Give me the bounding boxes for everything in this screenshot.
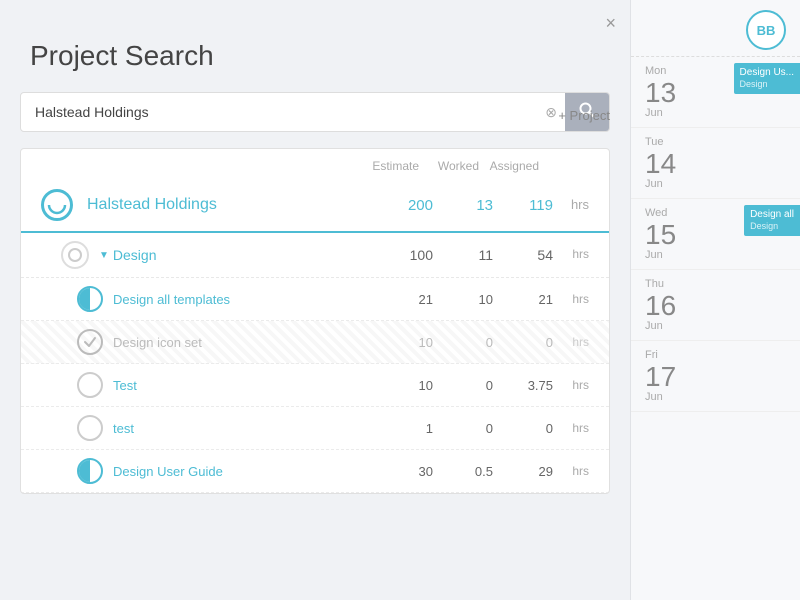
task-hrs-label: hrs: [553, 464, 589, 479]
task-name: Test: [113, 378, 373, 393]
cal-event-type: Design: [750, 221, 794, 233]
group-hrs-label: hrs: [553, 247, 589, 263]
task-estimate: 10: [373, 378, 433, 393]
cal-day-name: Thu: [645, 278, 786, 290]
group-assigned: 54: [493, 247, 553, 263]
cal-day-num: 16: [645, 292, 786, 320]
cal-day-month: Jun: [645, 178, 786, 190]
project-hrs-label: hrs: [553, 197, 589, 214]
project-row[interactable]: Halstead Holdings 200 13 119 hrs: [21, 179, 609, 233]
calendar-day-mon[interactable]: Mon 13 Jun Design Us... Design: [631, 57, 800, 128]
avatar-row: BB: [631, 0, 800, 57]
task-hrs-label: hrs: [553, 421, 589, 436]
calendar-event: Design Us... Design: [734, 63, 800, 94]
add-project-button[interactable]: + Project: [558, 108, 610, 123]
task-name: Design all templates: [113, 292, 373, 307]
task-row[interactable]: test 1 0 0 hrs: [21, 407, 609, 450]
column-headers: Estimate Worked Assigned: [21, 149, 609, 179]
cal-day-month: Jun: [645, 320, 786, 332]
avatar[interactable]: BB: [746, 10, 786, 50]
task-row[interactable]: Design all templates 21 10 21 hrs: [21, 278, 609, 321]
cal-event-title: Design all: [750, 208, 794, 221]
calendar-day-wed[interactable]: Wed 15 Jun Design all Design: [631, 199, 800, 270]
task-assigned: 21: [493, 292, 553, 307]
left-panel: × Project Search + Project ⊗ Estimate Wo…: [0, 0, 630, 600]
task-numbers: 30 0.5 29 hrs: [373, 464, 589, 479]
search-input[interactable]: [21, 94, 537, 130]
group-design-row[interactable]: ▼ Design 100 11 54 hrs: [21, 233, 609, 278]
task-assigned: 29: [493, 464, 553, 479]
group-icon: [61, 241, 89, 269]
cal-day-num: 17: [645, 363, 786, 391]
project-estimate: 200: [373, 197, 433, 214]
task-numbers: 1 0 0 hrs: [373, 421, 589, 436]
task-assigned: 0: [493, 421, 553, 436]
task-estimate: 10: [373, 335, 433, 350]
project-icon: [41, 189, 73, 221]
task-hrs-label: hrs: [553, 335, 589, 350]
group-worked: 11: [433, 247, 493, 263]
task-name: test: [113, 421, 373, 436]
task-name-completed: Design icon set: [113, 335, 373, 350]
task-estimate: 21: [373, 292, 433, 307]
calendar-day-fri[interactable]: Fri 17 Jun: [631, 341, 800, 412]
estimate-col-header: Estimate: [359, 159, 419, 173]
task-worked: 0.5: [433, 464, 493, 479]
group-numbers: 100 11 54 hrs: [373, 247, 589, 263]
project-name: Halstead Holdings: [87, 196, 373, 214]
task-name: Design User Guide: [113, 464, 373, 479]
task-worked: 0: [433, 378, 493, 393]
task-icon-partial: [77, 458, 103, 484]
cal-day-month: Jun: [645, 249, 786, 261]
task-icon-empty: [77, 415, 103, 441]
cal-day-name: Tue: [645, 136, 786, 148]
task-numbers: 21 10 21 hrs: [373, 292, 589, 307]
task-worked: 0: [433, 421, 493, 436]
task-estimate: 30: [373, 464, 433, 479]
close-button[interactable]: ×: [605, 14, 616, 32]
task-row[interactable]: Test 10 0 3.75 hrs: [21, 364, 609, 407]
project-worked: 13: [433, 197, 493, 214]
task-numbers-completed: 10 0 0 hrs: [373, 335, 589, 350]
task-icon-done: [77, 329, 103, 355]
page-title: Project Search: [0, 0, 630, 92]
worked-col-header: Worked: [419, 159, 479, 173]
group-toggle-icon[interactable]: ▼: [99, 250, 109, 261]
task-assigned: 3.75: [493, 378, 553, 393]
task-icon-partial: [77, 286, 103, 312]
group-circle-icon: [67, 247, 83, 263]
cal-day-num: 14: [645, 150, 786, 178]
search-bar: ⊗: [20, 92, 610, 132]
task-row[interactable]: Design User Guide 30 0.5 29 hrs: [21, 450, 609, 493]
task-worked: 0: [433, 335, 493, 350]
results-panel: Estimate Worked Assigned Halstead Holdin…: [20, 148, 610, 494]
task-hrs-label: hrs: [553, 292, 589, 307]
task-assigned: 0: [493, 335, 553, 350]
task-estimate: 1: [373, 421, 433, 436]
cal-day-month: Jun: [645, 107, 786, 119]
calendar-day-tue[interactable]: Tue 14 Jun: [631, 128, 800, 199]
group-estimate: 100: [373, 247, 433, 263]
group-name: Design: [113, 247, 373, 263]
hrs-col-header: [539, 159, 589, 173]
cal-event-type: Design: [740, 79, 794, 91]
checkmark-icon: [83, 335, 97, 349]
cal-day-month: Jun: [645, 391, 786, 403]
cal-day-name: Fri: [645, 349, 786, 361]
calendar-day-thu[interactable]: Thu 16 Jun: [631, 270, 800, 341]
task-icon-empty: [77, 372, 103, 398]
project-assigned: 119: [493, 197, 553, 214]
task-numbers: 10 0 3.75 hrs: [373, 378, 589, 393]
task-row-completed[interactable]: Design icon set 10 0 0 hrs: [21, 321, 609, 364]
project-numbers: 200 13 119 hrs: [373, 197, 589, 214]
task-hrs-label: hrs: [553, 378, 589, 393]
calendar-event: Design all Design: [744, 205, 800, 236]
calendar-panel: BB Mon 13 Jun Design Us... Design Tue 14…: [630, 0, 800, 600]
task-worked: 10: [433, 292, 493, 307]
project-circle-icon: [47, 195, 67, 215]
assigned-col-header: Assigned: [479, 159, 539, 173]
cal-event-title: Design Us...: [740, 66, 794, 79]
